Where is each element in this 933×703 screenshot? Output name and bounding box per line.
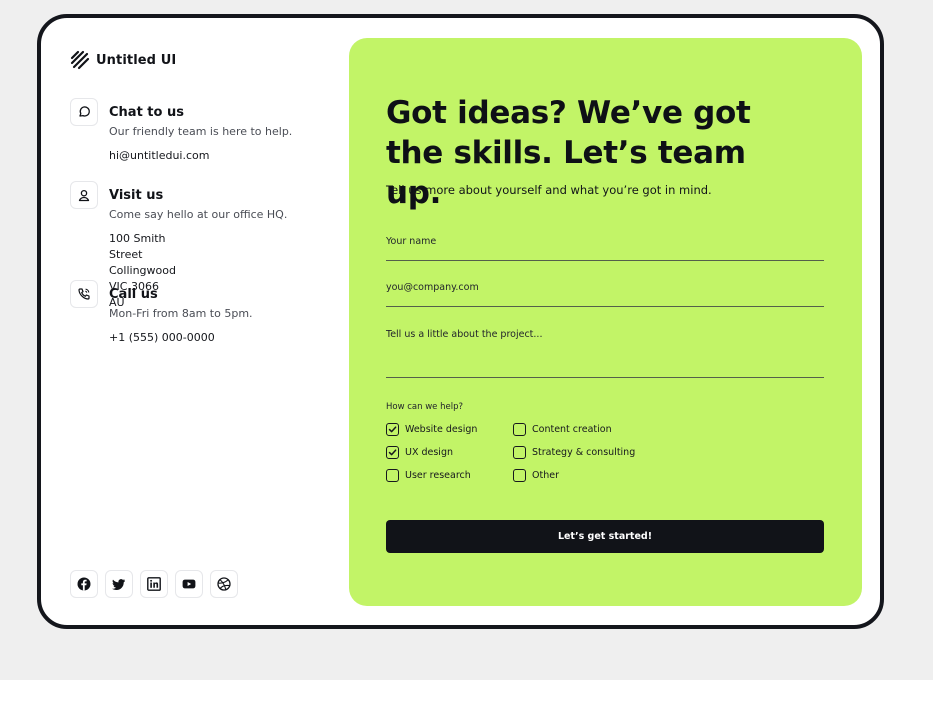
- brand-logo[interactable]: Untitled UI: [70, 50, 176, 70]
- project-placeholder: Tell us a little about the project...: [386, 329, 543, 340]
- checkbox-unchecked-icon: [386, 469, 399, 482]
- contact-form-panel: Got ideas? We’ve got the skills. Let’s t…: [349, 38, 862, 606]
- checkbox-unchecked-icon: [513, 446, 526, 459]
- checkbox-label: Other: [532, 470, 559, 481]
- checkbox-ux-design[interactable]: UX design: [386, 446, 453, 459]
- help-label: How can we help?: [386, 402, 463, 412]
- checkbox-label: Content creation: [532, 424, 612, 435]
- checkbox-other[interactable]: Other: [513, 469, 559, 482]
- twitter-icon: [112, 579, 125, 590]
- phone-icon: [70, 280, 98, 308]
- checkbox-label: UX design: [405, 447, 453, 458]
- form-subheading: Tell us more about yourself and what you…: [386, 183, 712, 197]
- checkbox-label: Strategy & consulting: [532, 447, 636, 458]
- linkedin-icon: [147, 577, 161, 591]
- checkbox-label: User research: [405, 470, 471, 481]
- linkedin-link[interactable]: [140, 570, 168, 598]
- youtube-icon: [182, 579, 196, 589]
- checkbox-checked-icon: [386, 423, 399, 436]
- checkbox-checked-icon: [386, 446, 399, 459]
- contact-subtitle: Come say hello at our office HQ.: [109, 208, 288, 221]
- dribbble-icon: [217, 577, 231, 591]
- brand-name: Untitled UI: [96, 52, 177, 68]
- email-placeholder: you@company.com: [386, 282, 479, 293]
- facebook-link[interactable]: [70, 570, 98, 598]
- contact-title: Visit us: [109, 188, 164, 203]
- name-placeholder: Your name: [386, 236, 437, 247]
- twitter-link[interactable]: [105, 570, 133, 598]
- contact-subtitle: Mon-Fri from 8am to 5pm.: [109, 307, 253, 320]
- contact-email-link[interactable]: hi@untitledui.com: [109, 148, 209, 164]
- untitled-ui-logo-icon: [70, 50, 90, 70]
- checkbox-website-design[interactable]: Website design: [386, 423, 477, 436]
- contact-title: Chat to us: [109, 105, 184, 120]
- map-pin-icon: [70, 181, 98, 209]
- checkbox-user-research[interactable]: User research: [386, 469, 471, 482]
- contact-phone-link[interactable]: +1 (555) 000-0000: [109, 330, 215, 346]
- submit-button[interactable]: Let’s get started!: [386, 520, 824, 553]
- checkbox-strategy-consulting[interactable]: Strategy & consulting: [513, 446, 635, 459]
- contact-subtitle: Our friendly team is here to help.: [109, 125, 293, 138]
- project-description-field[interactable]: Tell us a little about the project...: [386, 329, 824, 378]
- youtube-link[interactable]: [175, 570, 203, 598]
- dribbble-link[interactable]: [210, 570, 238, 598]
- checkbox-unchecked-icon: [513, 469, 526, 482]
- chat-icon: [70, 98, 98, 126]
- contact-title: Call us: [109, 287, 158, 302]
- device-frame: Untitled UI Chat to us Our friendly team…: [37, 14, 884, 629]
- name-field[interactable]: Your name: [386, 236, 824, 261]
- social-links: [70, 570, 238, 598]
- checkbox-unchecked-icon: [513, 423, 526, 436]
- checkbox-label: Website design: [405, 424, 478, 435]
- email-field[interactable]: you@company.com: [386, 282, 824, 307]
- facebook-icon: [77, 577, 91, 591]
- checkbox-content-creation[interactable]: Content creation: [513, 423, 612, 436]
